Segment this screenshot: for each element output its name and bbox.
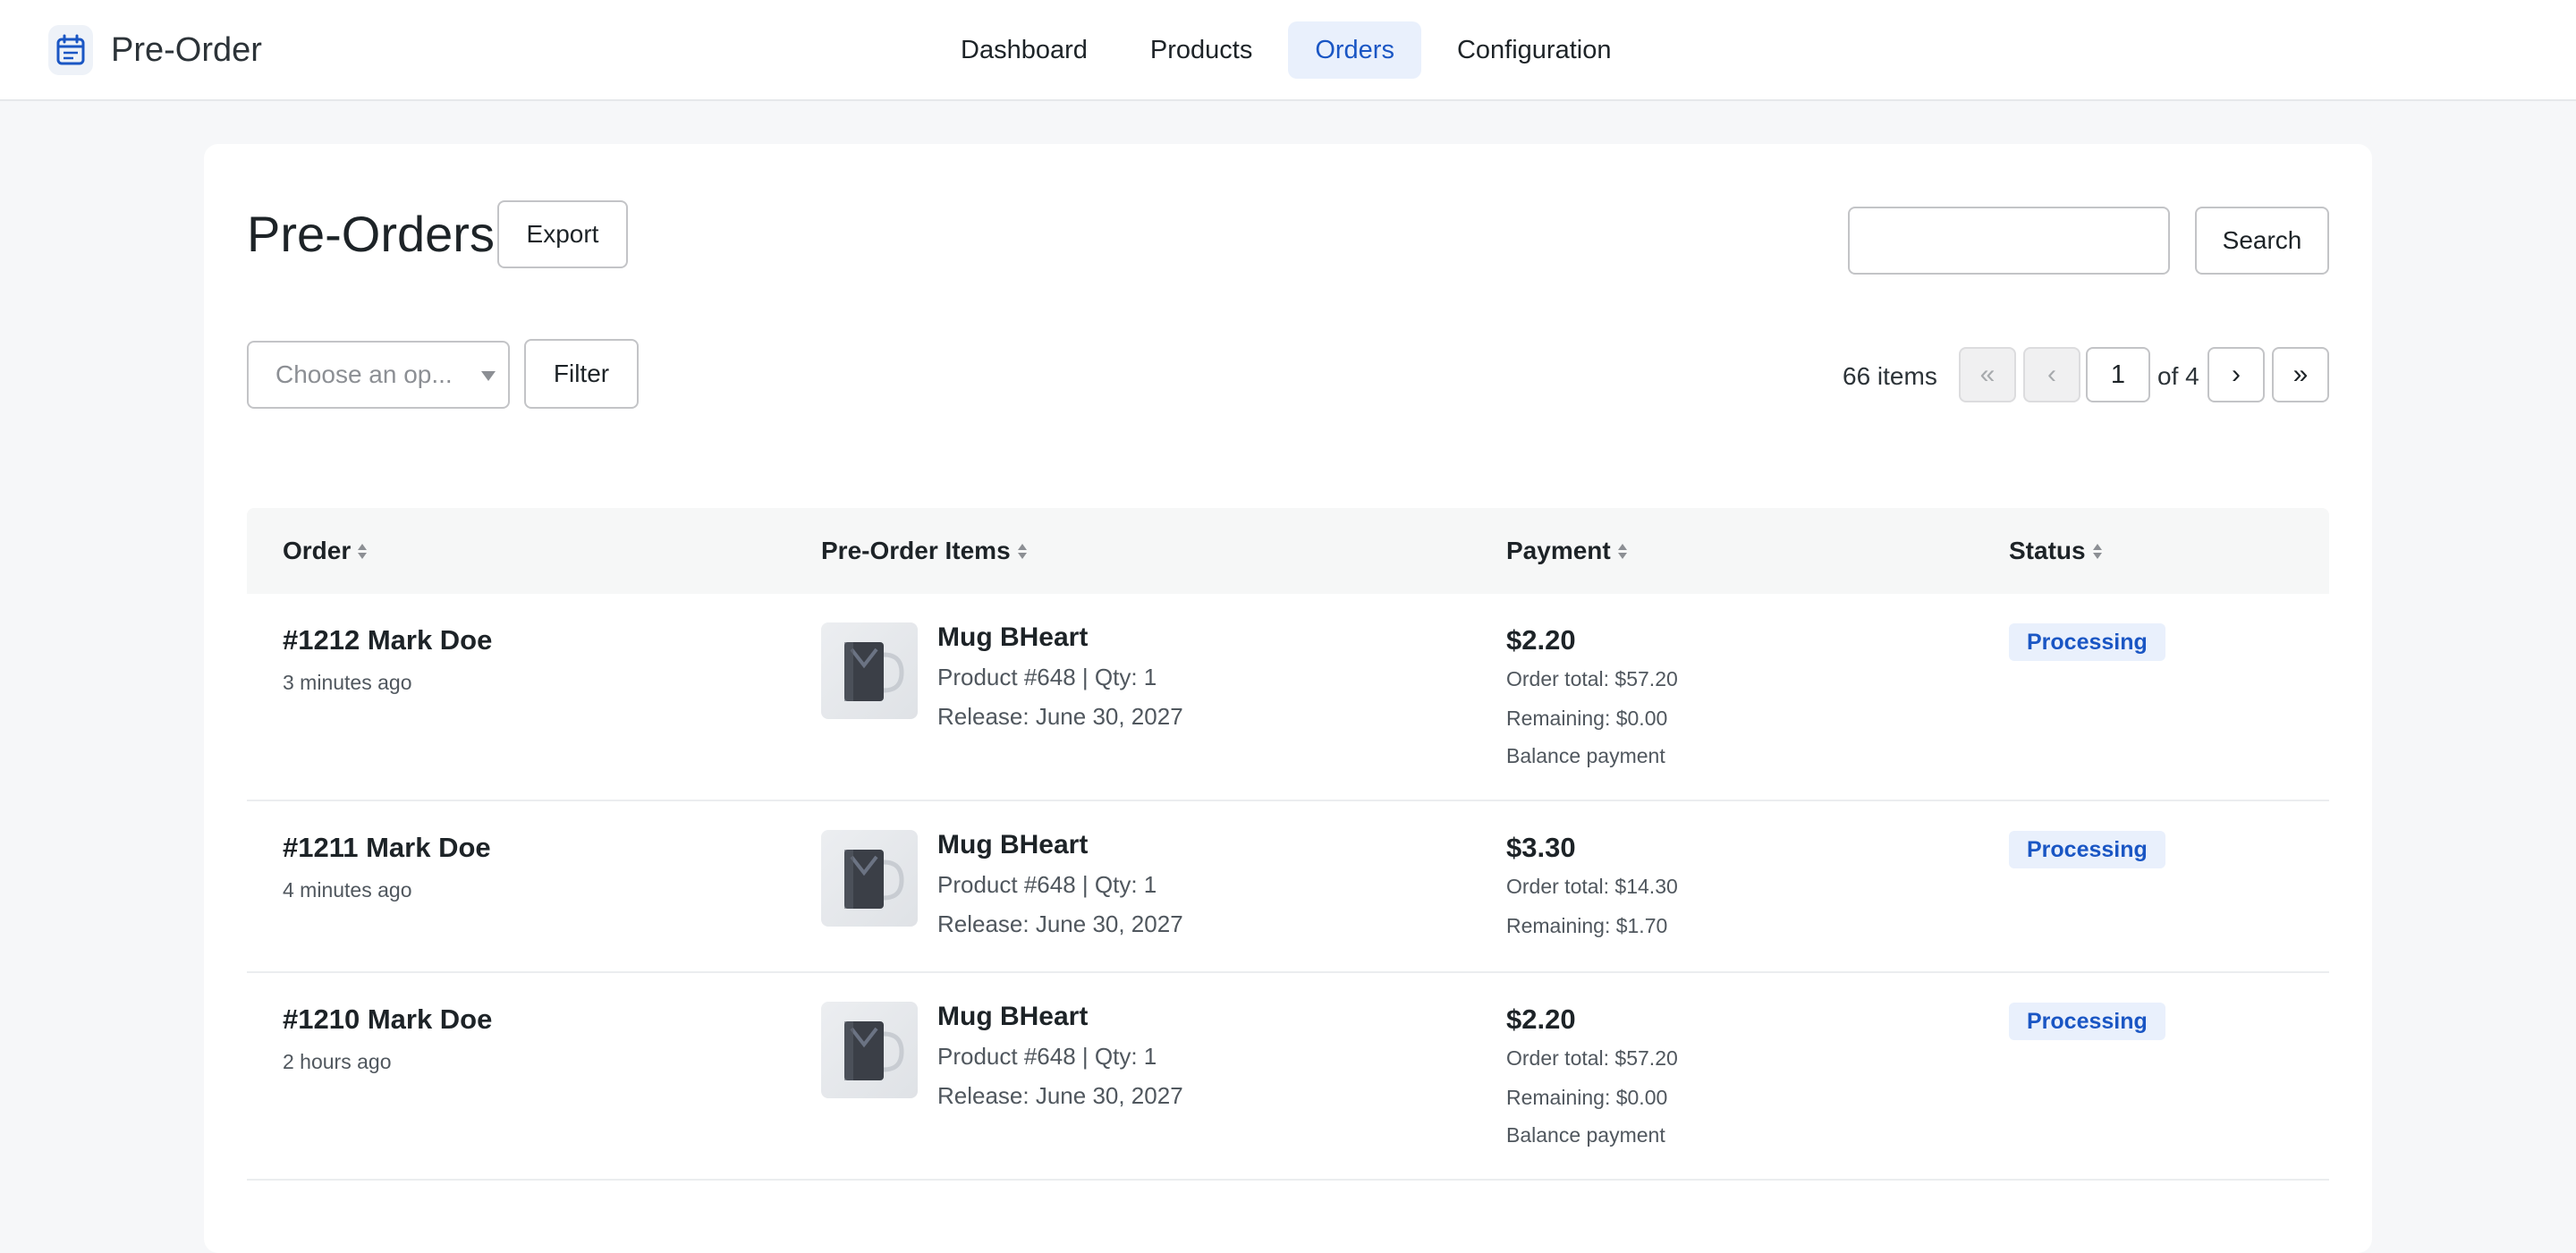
item-product: Product #648 | Qty: 1 bbox=[937, 871, 1157, 898]
page-title: Pre-Orders bbox=[247, 206, 495, 262]
order-time: 4 minutes ago bbox=[283, 878, 412, 902]
product-thumbnail bbox=[821, 1002, 918, 1098]
orders-card: Pre-Orders Export Search Choose an op...… bbox=[204, 144, 2372, 1253]
balance-payment: Balance payment bbox=[1506, 1123, 1665, 1147]
top-bar: Pre-Order Dashboard Products Orders Conf… bbox=[0, 0, 2576, 101]
payment-amount: $2.20 bbox=[1506, 1003, 1576, 1035]
column-order[interactable]: Order bbox=[283, 537, 368, 565]
app-name: Pre-Order bbox=[111, 30, 262, 69]
order-number-link[interactable]: #1212 Mark Doe bbox=[283, 624, 492, 656]
last-page-button[interactable]: » bbox=[2272, 347, 2329, 402]
order-total: Order total: $57.20 bbox=[1506, 667, 1678, 690]
item-release: Release: June 30, 2027 bbox=[937, 1082, 1183, 1109]
product-thumbnail bbox=[821, 830, 918, 927]
items-count: 66 items bbox=[1843, 362, 1937, 390]
column-items-label: Pre-Order Items bbox=[821, 537, 1011, 564]
sort-icon bbox=[358, 543, 368, 559]
brand[interactable]: Pre-Order bbox=[48, 25, 262, 75]
chevron-down-icon bbox=[481, 371, 496, 381]
sort-icon bbox=[2092, 543, 2102, 559]
order-time: 3 minutes ago bbox=[283, 671, 412, 694]
column-payment[interactable]: Payment bbox=[1506, 537, 1627, 565]
nav-configuration[interactable]: Configuration bbox=[1430, 21, 1639, 79]
filter-button[interactable]: Filter bbox=[524, 339, 639, 409]
status-badge: Processing bbox=[2009, 1003, 2165, 1040]
main-nav: Dashboard Products Orders Configuration bbox=[934, 21, 1647, 79]
remaining-amount: Remaining: $1.70 bbox=[1506, 914, 1668, 937]
status-badge: Processing bbox=[2009, 831, 2165, 868]
item-release: Release: June 30, 2027 bbox=[937, 910, 1183, 937]
column-items[interactable]: Pre-Order Items bbox=[821, 537, 1027, 565]
item-name-link[interactable]: Mug BHeart bbox=[937, 830, 1088, 860]
export-button[interactable]: Export bbox=[497, 200, 628, 268]
column-payment-label: Payment bbox=[1506, 537, 1611, 564]
order-number-link[interactable]: #1211 Mark Doe bbox=[283, 832, 491, 864]
order-time: 2 hours ago bbox=[283, 1050, 392, 1073]
sort-icon bbox=[1017, 543, 1027, 559]
current-page-input[interactable]: 1 bbox=[2086, 347, 2150, 402]
balance-payment: Balance payment bbox=[1506, 744, 1665, 767]
filter-select-value: Choose an op... bbox=[275, 360, 453, 388]
column-status-label: Status bbox=[2009, 537, 2086, 564]
calendar-icon bbox=[48, 25, 93, 75]
item-product: Product #648 | Qty: 1 bbox=[937, 664, 1157, 690]
item-release: Release: June 30, 2027 bbox=[937, 703, 1183, 730]
first-page-button[interactable]: « bbox=[1959, 347, 2016, 402]
prev-page-button[interactable]: ‹ bbox=[2023, 347, 2080, 402]
nav-products[interactable]: Products bbox=[1123, 21, 1279, 79]
table-row[interactable]: #1210 Mark Doe 2 hours ago Mug BHeart Pr… bbox=[247, 973, 2329, 1181]
payment-amount: $3.30 bbox=[1506, 832, 1576, 863]
payment-amount: $2.20 bbox=[1506, 624, 1576, 656]
column-status[interactable]: Status bbox=[2009, 537, 2102, 565]
next-page-button[interactable]: › bbox=[2207, 347, 2265, 402]
order-number-link[interactable]: #1210 Mark Doe bbox=[283, 1003, 492, 1036]
table-header: Order Pre-Order Items Payment Status bbox=[247, 508, 2329, 594]
remaining-amount: Remaining: $0.00 bbox=[1506, 707, 1668, 730]
column-order-label: Order bbox=[283, 537, 352, 564]
search-input[interactable] bbox=[1848, 207, 2170, 275]
status-badge: Processing bbox=[2009, 623, 2165, 661]
table-row[interactable]: #1212 Mark Doe 3 minutes ago Mug BHeart … bbox=[247, 594, 2329, 801]
remaining-amount: Remaining: $0.00 bbox=[1506, 1086, 1668, 1109]
product-thumbnail bbox=[821, 622, 918, 719]
order-total: Order total: $14.30 bbox=[1506, 875, 1678, 898]
nav-dashboard[interactable]: Dashboard bbox=[934, 21, 1114, 79]
table-row[interactable]: #1211 Mark Doe 4 minutes ago Mug BHeart … bbox=[247, 801, 2329, 973]
total-pages: of 4 bbox=[2157, 362, 2199, 390]
filter-select[interactable]: Choose an op... bbox=[247, 341, 510, 409]
nav-orders[interactable]: Orders bbox=[1288, 21, 1421, 79]
sort-icon bbox=[1617, 543, 1627, 559]
item-name-link[interactable]: Mug BHeart bbox=[937, 1002, 1088, 1032]
item-product: Product #648 | Qty: 1 bbox=[937, 1043, 1157, 1070]
item-name-link[interactable]: Mug BHeart bbox=[937, 622, 1088, 653]
order-total: Order total: $57.20 bbox=[1506, 1046, 1678, 1070]
search-button[interactable]: Search bbox=[2195, 207, 2329, 275]
